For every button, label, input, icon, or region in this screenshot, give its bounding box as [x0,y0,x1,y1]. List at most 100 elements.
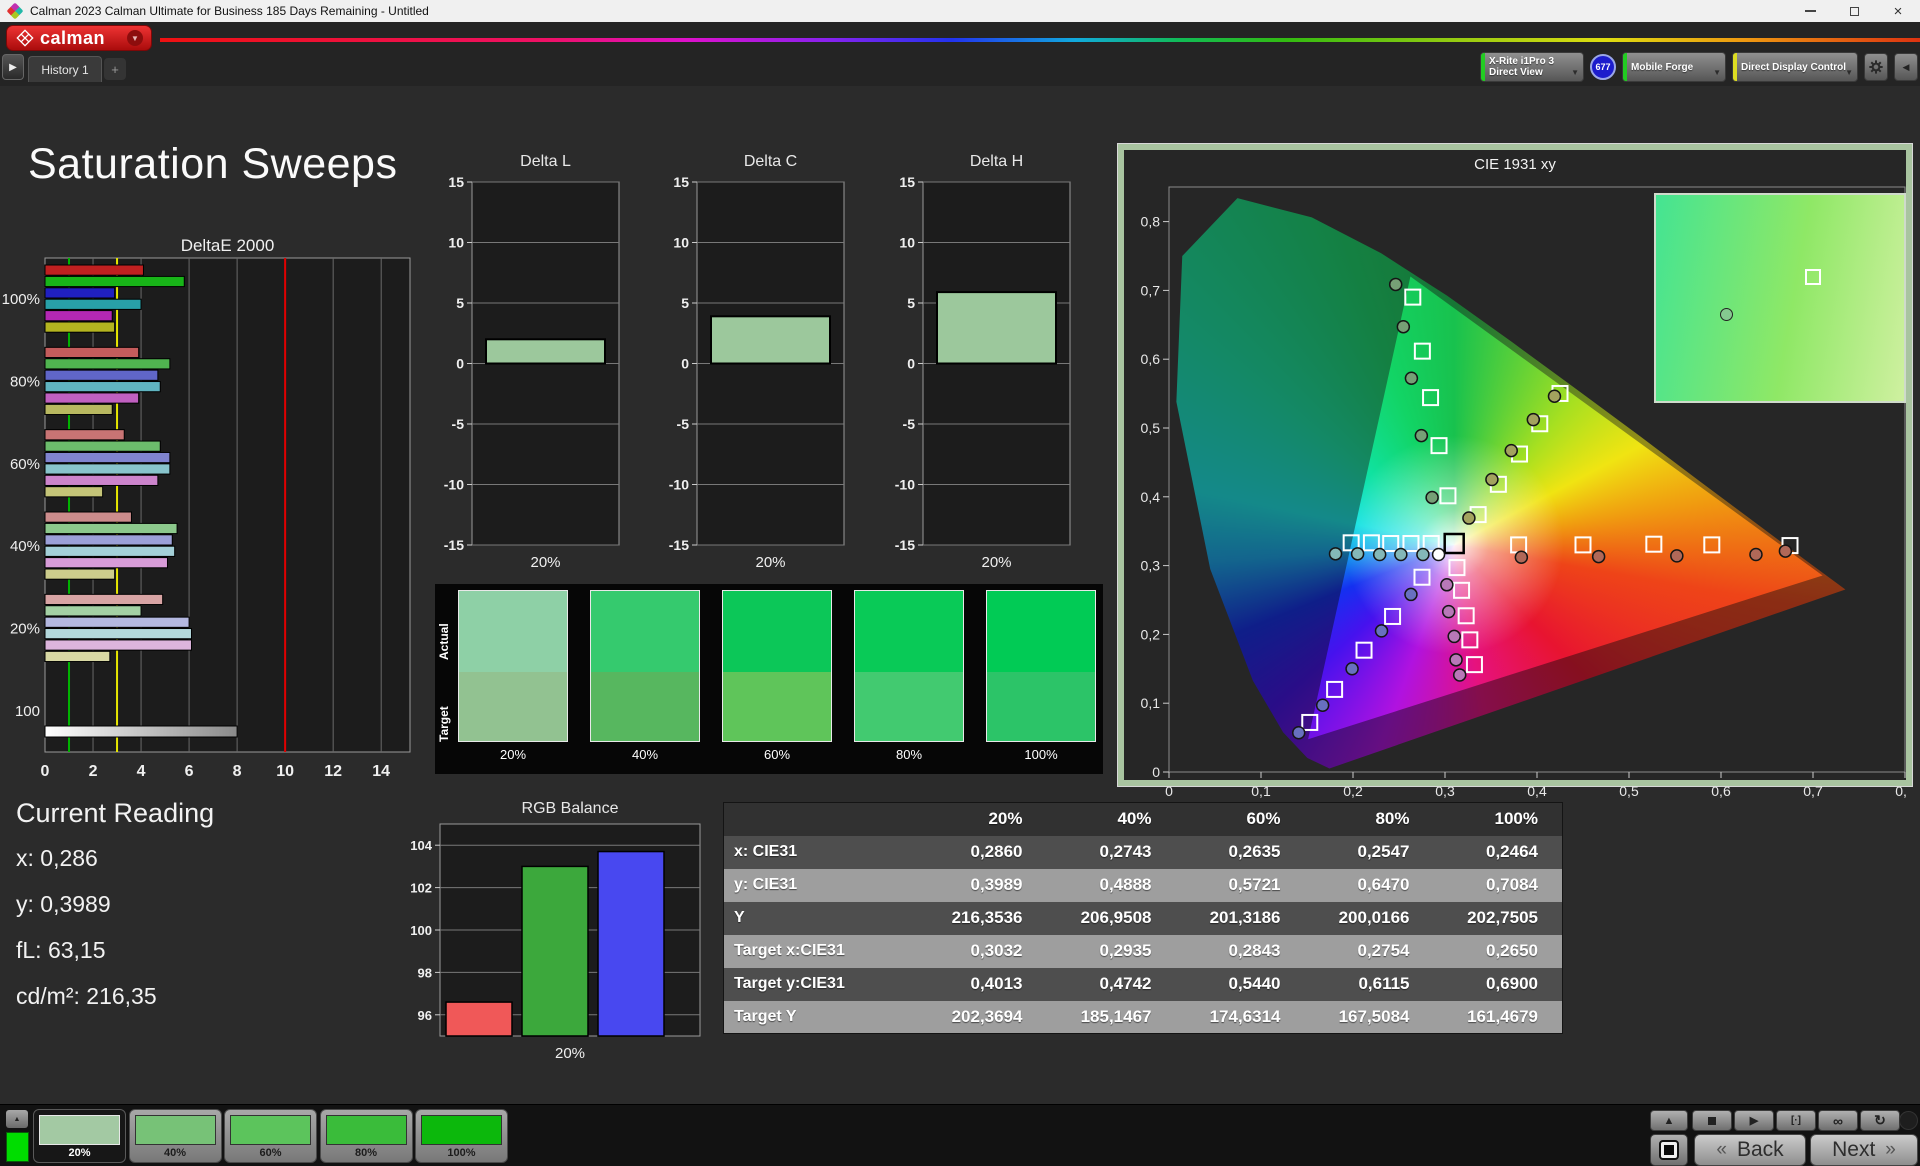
spectrum-gradient-bar [160,38,1920,42]
target-swatch [723,672,831,741]
expand-up-button[interactable]: ▲ [6,1110,28,1128]
current-reading-value: x: 0,286 [16,845,98,871]
svg-text:0: 0 [1165,783,1173,799]
row-label: x: CIE31 [723,835,918,869]
stop-measure-button[interactable] [1650,1134,1688,1166]
play-button[interactable]: ▶ [1734,1110,1774,1131]
saturation-tile-40%[interactable]: 40% [128,1109,222,1163]
svg-text:-15: -15 [669,537,689,553]
current-reading-value: y: 0,3989 [16,891,111,917]
swatch-column-100%: 100% [986,590,1096,762]
delta-h-chart: Delta H -15 -10 -5 0 5 10 15 20% [885,146,1080,581]
svg-text:0,7: 0,7 [1803,783,1823,799]
settings-gear-button[interactable] [1864,53,1888,81]
svg-text:0,3: 0,3 [1141,558,1161,574]
svg-text:0,2: 0,2 [1141,626,1161,642]
table-header-100%: 100% [1433,802,1563,836]
table-cell: 0,4013 [917,967,1047,1001]
table-row: Target y:CIE31 0,4013 0,4742 0,5440 0,6115 0,… [723,967,1563,1001]
svg-text:20%: 20% [755,554,785,571]
swatch-stack [458,590,568,742]
minimize-button[interactable] [1788,0,1832,22]
collapse-toolbar-button[interactable]: ◀ [1894,53,1918,81]
expand-panel-button[interactable]: ▶ [2,54,24,80]
table-cell: 0,2860 [917,835,1047,869]
svg-text:8: 8 [233,763,242,780]
svg-text:0,2: 0,2 [1343,783,1363,799]
table-row: Target x:CIE31 0,3032 0,2935 0,2843 0,2754 0,… [723,934,1563,968]
stop-button[interactable] [1692,1110,1732,1131]
target-row-label: Target [437,706,451,742]
svg-text:0: 0 [456,356,464,372]
table-cell: 0,6470 [1304,868,1434,902]
meter-button-x-rite-i1pro-3[interactable]: X-Rite i1Pro 3 Direct View ▼ [1480,52,1584,82]
meter-status-stripe [1481,53,1485,81]
tile-percent-label: 100% [447,1147,476,1159]
svg-text:Delta L: Delta L [520,153,571,170]
row-label: Y [723,901,918,935]
meter-status-stripe [1623,53,1627,81]
table-cell: 0,6900 [1433,967,1563,1001]
table-cell: 200,0166 [1304,901,1434,935]
actual-swatch [459,591,567,672]
status-indicator-light [1899,1111,1918,1130]
target-swatch [855,672,963,741]
transport-up-button[interactable]: ▲ [1650,1110,1688,1131]
meter-button-mobile-forge[interactable]: Mobile Forge ▼ [1622,52,1726,82]
titlebar: Calman 2023 Calman Ultimate for Business… [0,0,1920,22]
calman-logo-text: calman [40,27,106,48]
meter-status-stripe [1733,53,1737,81]
svg-text:0,4: 0,4 [1527,783,1547,799]
table-cell: 0,2843 [1175,934,1305,968]
meter-button-direct-display-control[interactable]: Direct Display Control ▼ [1732,52,1858,82]
maximize-button[interactable] [1832,0,1876,22]
close-button[interactable]: × [1876,0,1920,22]
svg-text:98: 98 [418,965,432,980]
svg-text:20%: 20% [10,621,40,638]
meter-label: Direct Display Control [1741,61,1847,73]
swatch-stack [854,590,964,742]
read-continuous-button[interactable]: ∞ [1818,1110,1858,1131]
table-cell: 201,3186 [1175,901,1305,935]
add-tab-button[interactable]: + [104,58,126,80]
table-cell: 0,2743 [1046,835,1176,869]
saturation-tile-60%[interactable]: 60% [224,1109,317,1163]
next-button[interactable]: Next » [1810,1134,1918,1166]
svg-text:12: 12 [324,763,342,780]
delta-c-chart: Delta C -15 -10 -5 0 5 10 15 20% [659,146,854,581]
current-reading-value: cd/m²: 216,35 [16,983,157,1009]
svg-text:-10: -10 [444,477,464,493]
read-single-button[interactable]: [·] [1776,1110,1816,1131]
meter-label: Mobile Forge [1631,61,1694,73]
svg-text:60%: 60% [10,456,40,473]
svg-text:40%: 40% [10,538,40,555]
svg-text:10: 10 [899,235,915,251]
svg-text:-15: -15 [444,537,464,553]
refresh-button[interactable]: ↻ [1860,1110,1900,1131]
saturation-tile-80%[interactable]: 80% [319,1109,413,1163]
table-cell: 174,6314 [1175,1000,1305,1034]
chevron-down-icon: ▼ [127,30,143,46]
meter-label: X-Rite i1Pro 3 Direct View [1489,56,1555,78]
svg-text:-5: -5 [677,416,690,432]
table-cell: 0,2635 [1175,835,1305,869]
svg-text:100%: 100% [2,291,40,308]
next-chevron-icon: » [1885,1139,1896,1160]
inset-target-point [1804,269,1821,286]
table-cell: 0,3989 [917,868,1047,902]
stop-square-icon [1664,1145,1674,1155]
svg-text:0: 0 [907,356,915,372]
back-button[interactable]: « Back [1694,1134,1806,1166]
svg-text:6: 6 [185,763,194,780]
table-cell: 161,4679 [1433,1000,1563,1034]
svg-text:10: 10 [276,763,294,780]
svg-text:0,5: 0,5 [1619,783,1639,799]
calman-menu-button[interactable]: calman ▼ [6,25,152,51]
svg-text:0,5: 0,5 [1141,420,1161,436]
tab-history-1[interactable]: History 1 [28,56,102,82]
svg-text:0,4: 0,4 [1141,489,1161,505]
saturation-tile-100%[interactable]: 100% [415,1109,508,1163]
saturation-tile-20%[interactable]: 20% [33,1109,126,1163]
table-cell: 0,7084 [1433,868,1563,902]
svg-text:Delta C: Delta C [744,153,797,170]
